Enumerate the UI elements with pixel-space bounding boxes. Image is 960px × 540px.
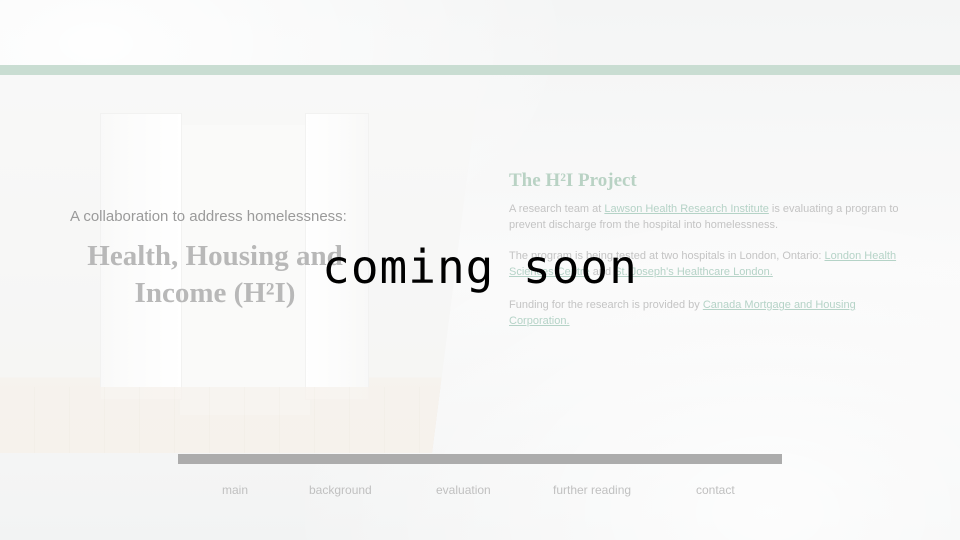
- project-paragraph-3: Funding for the research is provided by …: [509, 297, 919, 329]
- bottom-nav: main background evaluation further readi…: [0, 483, 960, 503]
- project-heading: The H²I Project: [509, 170, 637, 191]
- nav-item-contact[interactable]: contact: [696, 483, 735, 497]
- nav-item-further-reading[interactable]: further reading: [553, 483, 631, 497]
- hero-kicker: A collaboration to address homelessness:: [70, 208, 347, 225]
- p3-text: Funding for the research is provided by: [509, 299, 703, 311]
- nav-item-main[interactable]: main: [222, 483, 248, 497]
- nav-item-evaluation[interactable]: evaluation: [436, 483, 491, 497]
- coming-soon-overlay: coming soon: [322, 240, 638, 294]
- project-paragraph-1: A research team at Lawson Health Researc…: [509, 201, 919, 233]
- lawson-link[interactable]: Lawson Health Research Institute: [604, 203, 768, 215]
- p1-text: A research team at: [509, 203, 605, 215]
- nav-item-background[interactable]: background: [309, 483, 372, 497]
- top-accent-bar: [0, 65, 960, 75]
- horizontal-scrollbar[interactable]: [178, 454, 782, 464]
